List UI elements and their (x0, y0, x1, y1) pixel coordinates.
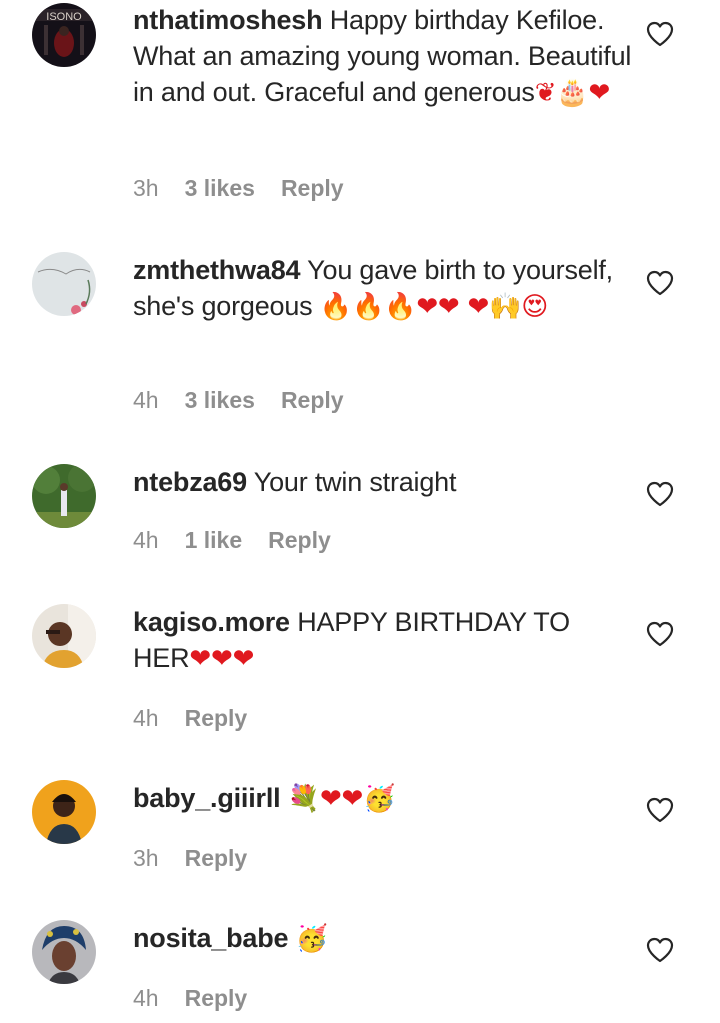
comment-username[interactable]: baby_.giiirll (133, 783, 281, 813)
comment-time: 4h (133, 985, 159, 1011)
comment-text: kagiso.more HAPPY BIRTHDAY TO HER❤❤❤ (133, 604, 633, 677)
comment-meta: 4h Reply (133, 983, 273, 1013)
comment-emojis: 🥳 (295, 924, 328, 954)
heart-outline-icon[interactable] (646, 270, 674, 296)
comment-meta: 4h Reply (133, 703, 273, 733)
comment-username[interactable]: nthatimoshesh (133, 5, 323, 35)
comment-text: nthatimoshesh Happy birthday Kefiloe. Wh… (133, 2, 633, 111)
avatar[interactable]: ISONO (32, 3, 96, 67)
comment-emojis: 🔥🔥🔥❤❤ ❤🙌😍 (319, 292, 549, 322)
comment-username[interactable]: nosita_babe (133, 923, 289, 953)
comment-time: 4h (133, 387, 159, 413)
avatar-logo-text: ISONO (46, 11, 82, 23)
comment-text: baby_.giiirll 💐❤❤🥳 (133, 780, 633, 817)
comment-emojis: 💐❤❤🥳 (287, 784, 396, 814)
comment-emojis: ❤❤❤ (189, 644, 255, 674)
comment-username[interactable]: ntebza69 (133, 467, 247, 497)
avatar[interactable] (32, 464, 96, 528)
comment-meta: 4h 1 like Reply (133, 525, 357, 555)
reply-button[interactable]: Reply (268, 527, 331, 553)
comment-username[interactable]: kagiso.more (133, 607, 290, 637)
comment-time: 3h (133, 175, 159, 201)
comment-likes[interactable]: 3 likes (185, 175, 255, 201)
heart-outline-icon[interactable] (646, 21, 674, 47)
reply-button[interactable]: Reply (281, 387, 344, 413)
reply-button[interactable]: Reply (185, 985, 248, 1011)
reply-button[interactable]: Reply (185, 705, 248, 731)
comment-meta: 4h 3 likes Reply (133, 385, 370, 415)
reply-button[interactable]: Reply (185, 845, 248, 871)
comment-body: Your twin straight (253, 467, 457, 497)
comment-text: nosita_babe 🥳 (133, 920, 633, 957)
heart-outline-icon[interactable] (646, 797, 674, 823)
comment-likes[interactable]: 3 likes (185, 387, 255, 413)
avatar[interactable] (32, 920, 96, 984)
comment-text: ntebza69 Your twin straight (133, 464, 633, 500)
comment-emojis: ❦🎂❤ (534, 78, 611, 108)
comment-time: 4h (133, 705, 159, 731)
heart-outline-icon[interactable] (646, 937, 674, 963)
comment-text: zmthethwa84 You gave birth to yourself, … (133, 252, 633, 325)
avatar[interactable] (32, 252, 96, 316)
comment-time: 3h (133, 845, 159, 871)
comment-time: 4h (133, 527, 159, 553)
comment-likes[interactable]: 1 like (185, 527, 243, 553)
comment-username[interactable]: zmthethwa84 (133, 255, 301, 285)
heart-outline-icon[interactable] (646, 621, 674, 647)
heart-outline-icon[interactable] (646, 481, 674, 507)
comment-meta: 3h Reply (133, 843, 273, 873)
reply-button[interactable]: Reply (281, 175, 344, 201)
comment-meta: 3h 3 likes Reply (133, 173, 370, 203)
avatar[interactable] (32, 780, 96, 844)
avatar[interactable] (32, 604, 96, 668)
